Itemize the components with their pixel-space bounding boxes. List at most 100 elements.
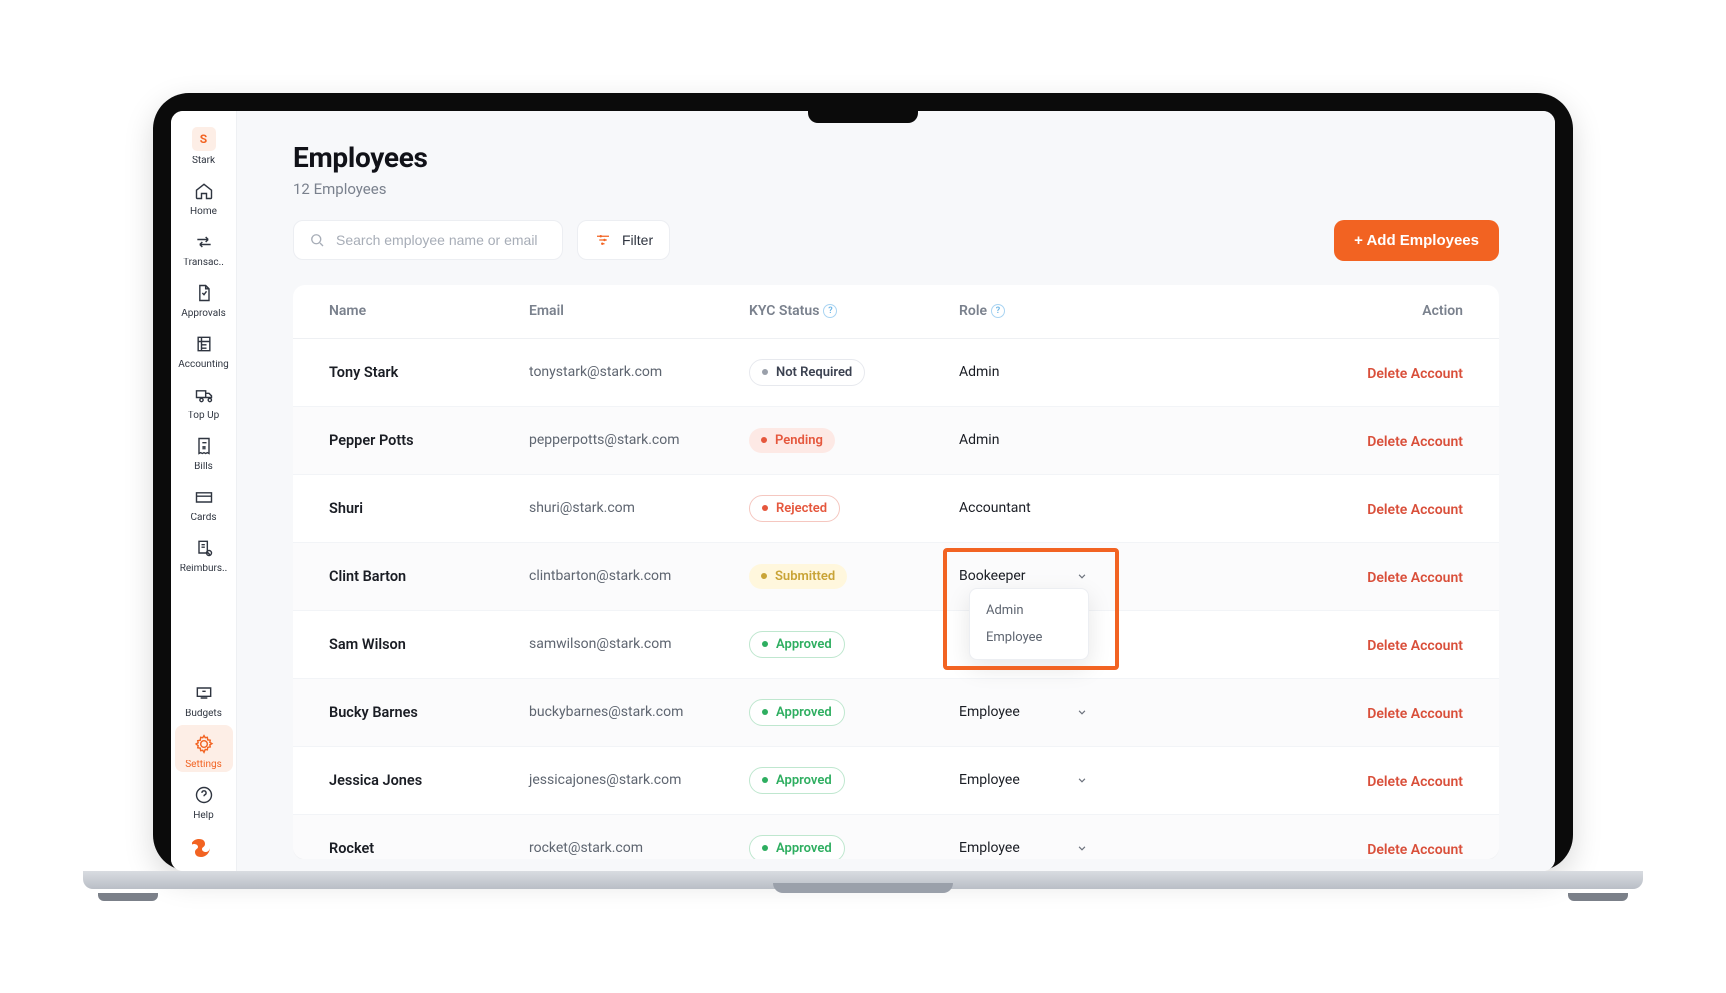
sidebar-item-cards[interactable]: Cards <box>175 478 233 525</box>
cell-action: Delete Account <box>1199 771 1463 790</box>
kyc-badge: Approved <box>749 699 845 726</box>
role-dropdown[interactable]: AdminEmployee <box>969 588 1089 660</box>
delete-account-link[interactable]: Delete Account <box>1367 638 1463 654</box>
delete-account-link[interactable]: Delete Account <box>1367 774 1463 790</box>
role-text: Bookeeper <box>959 568 1026 584</box>
table-row: Sam Wilson samwilson@stark.com Approved … <box>293 611 1499 679</box>
search-input-wrap[interactable] <box>293 220 563 260</box>
cell-kyc: Rejected <box>749 495 959 522</box>
role-text: Admin <box>959 364 999 380</box>
sidebar-account[interactable]: S Stark <box>175 123 233 168</box>
sidebar-item-label: Settings <box>185 760 222 770</box>
employees-table: Name Email KYC Status? Role? Action Tony… <box>293 285 1499 859</box>
help-icon[interactable]: ? <box>991 304 1005 318</box>
delete-account-link[interactable]: Delete Account <box>1367 502 1463 518</box>
laptop-notch <box>808 111 918 123</box>
avatar: S <box>192 127 216 151</box>
role-text: Employee <box>959 704 1020 720</box>
sidebar-item-label: Approvals <box>181 309 225 319</box>
avatar-letter: S <box>200 132 207 146</box>
toolbar: Filter + Add Employees <box>293 220 1499 261</box>
table-body: Tony Stark tonystark@stark.com Not Requi… <box>293 339 1499 859</box>
sidebar-item-label: Home <box>190 207 217 217</box>
table-row: Tony Stark tonystark@stark.com Not Requi… <box>293 339 1499 407</box>
cell-email: shuri@stark.com <box>529 500 749 516</box>
sidebar-item-help[interactable]: Help <box>175 776 233 823</box>
col-email: Email <box>529 303 749 319</box>
add-employees-button[interactable]: + Add Employees <box>1334 220 1499 261</box>
cell-role[interactable]: Employee <box>959 704 1199 720</box>
chevron-down-icon[interactable] <box>1075 569 1089 583</box>
bills-icon <box>193 435 215 457</box>
chevron-down-icon[interactable] <box>1075 841 1089 855</box>
cell-kyc: Not Required <box>749 359 959 386</box>
col-kyc: KYC Status? <box>749 303 959 319</box>
cell-name: Jessica Jones <box>329 772 529 789</box>
brand-logo <box>191 835 217 861</box>
cards-icon <box>193 486 215 508</box>
filter-button[interactable]: Filter <box>577 220 670 260</box>
table-row: Jessica Jones jessicajones@stark.com App… <box>293 747 1499 815</box>
cell-role[interactable]: Employee <box>959 840 1199 856</box>
search-input[interactable] <box>336 232 548 248</box>
sidebar-item-reimburse[interactable]: Reimburs.. <box>175 529 233 576</box>
cell-action: Delete Account <box>1199 703 1463 722</box>
sidebar-item-topup[interactable]: Top Up <box>175 376 233 423</box>
col-name: Name <box>329 303 529 319</box>
sidebar: S Stark Home Transac.. Approvals Account… <box>171 111 237 871</box>
sidebar-item-budgets[interactable]: Budgets <box>175 674 233 721</box>
cell-email: samwilson@stark.com <box>529 636 749 652</box>
delete-account-link[interactable]: Delete Account <box>1367 366 1463 382</box>
kyc-badge: Rejected <box>749 495 840 522</box>
kyc-badge: Not Required <box>749 359 865 386</box>
table-header-row: Name Email KYC Status? Role? Action <box>293 285 1499 339</box>
delete-account-link[interactable]: Delete Account <box>1367 434 1463 450</box>
sidebar-item-home[interactable]: Home <box>175 172 233 219</box>
col-role: Role? <box>959 303 1199 319</box>
sidebar-item-label: Bills <box>194 462 213 472</box>
cell-action: Delete Account <box>1199 567 1463 586</box>
filter-icon <box>594 231 612 249</box>
table-row: Rocket rocket@stark.com Approved Employe… <box>293 815 1499 859</box>
cell-kyc: Approved <box>749 631 959 658</box>
cell-kyc: Pending <box>749 428 959 453</box>
sidebar-item-settings[interactable]: Settings <box>175 725 233 772</box>
sidebar-item-approvals[interactable]: Approvals <box>175 274 233 321</box>
cell-email: rocket@stark.com <box>529 840 749 856</box>
page-subtitle: 12 Employees <box>293 180 1499 198</box>
approvals-icon <box>193 282 215 304</box>
delete-account-link[interactable]: Delete Account <box>1367 570 1463 586</box>
filter-label: Filter <box>622 232 653 248</box>
sidebar-item-transactions[interactable]: Transac.. <box>175 223 233 270</box>
sidebar-item-label: Accounting <box>178 360 229 370</box>
delete-account-link[interactable]: Delete Account <box>1367 706 1463 722</box>
role-text: Employee <box>959 772 1020 788</box>
sidebar-item-label: Budgets <box>185 709 222 719</box>
sidebar-item-accounting[interactable]: Accounting <box>175 325 233 372</box>
kyc-badge: Approved <box>749 767 845 794</box>
role-option[interactable]: Employee <box>970 624 1088 651</box>
cell-kyc: Approved <box>749 767 959 794</box>
chevron-down-icon[interactable] <box>1075 705 1089 719</box>
laptop-lip <box>773 883 953 893</box>
sidebar-item-label: Transac.. <box>183 258 224 268</box>
chevron-down-icon[interactable] <box>1075 773 1089 787</box>
table-row: Pepper Potts pepperpotts@stark.com Pendi… <box>293 407 1499 475</box>
help-icon[interactable]: ? <box>823 304 837 318</box>
delete-account-link[interactable]: Delete Account <box>1367 842 1463 858</box>
cell-name: Bucky Barnes <box>329 704 529 721</box>
home-icon <box>193 180 215 202</box>
cell-name: Pepper Potts <box>329 432 529 449</box>
sidebar-item-label: Cards <box>190 513 216 523</box>
cell-kyc: Approved <box>749 835 959 859</box>
cell-email: clintbarton@stark.com <box>529 568 749 584</box>
sidebar-item-bills[interactable]: Bills <box>175 427 233 474</box>
cell-name: Rocket <box>329 840 529 857</box>
role-option[interactable]: Admin <box>970 597 1088 624</box>
cell-role[interactable]: Employee <box>959 772 1199 788</box>
cell-name: Tony Stark <box>329 364 529 381</box>
cell-name: Sam Wilson <box>329 636 529 653</box>
cell-name: Shuri <box>329 500 529 517</box>
cell-role[interactable]: Bookeeper <box>959 568 1199 584</box>
table-row: Shuri shuri@stark.com Rejected Accountan… <box>293 475 1499 543</box>
